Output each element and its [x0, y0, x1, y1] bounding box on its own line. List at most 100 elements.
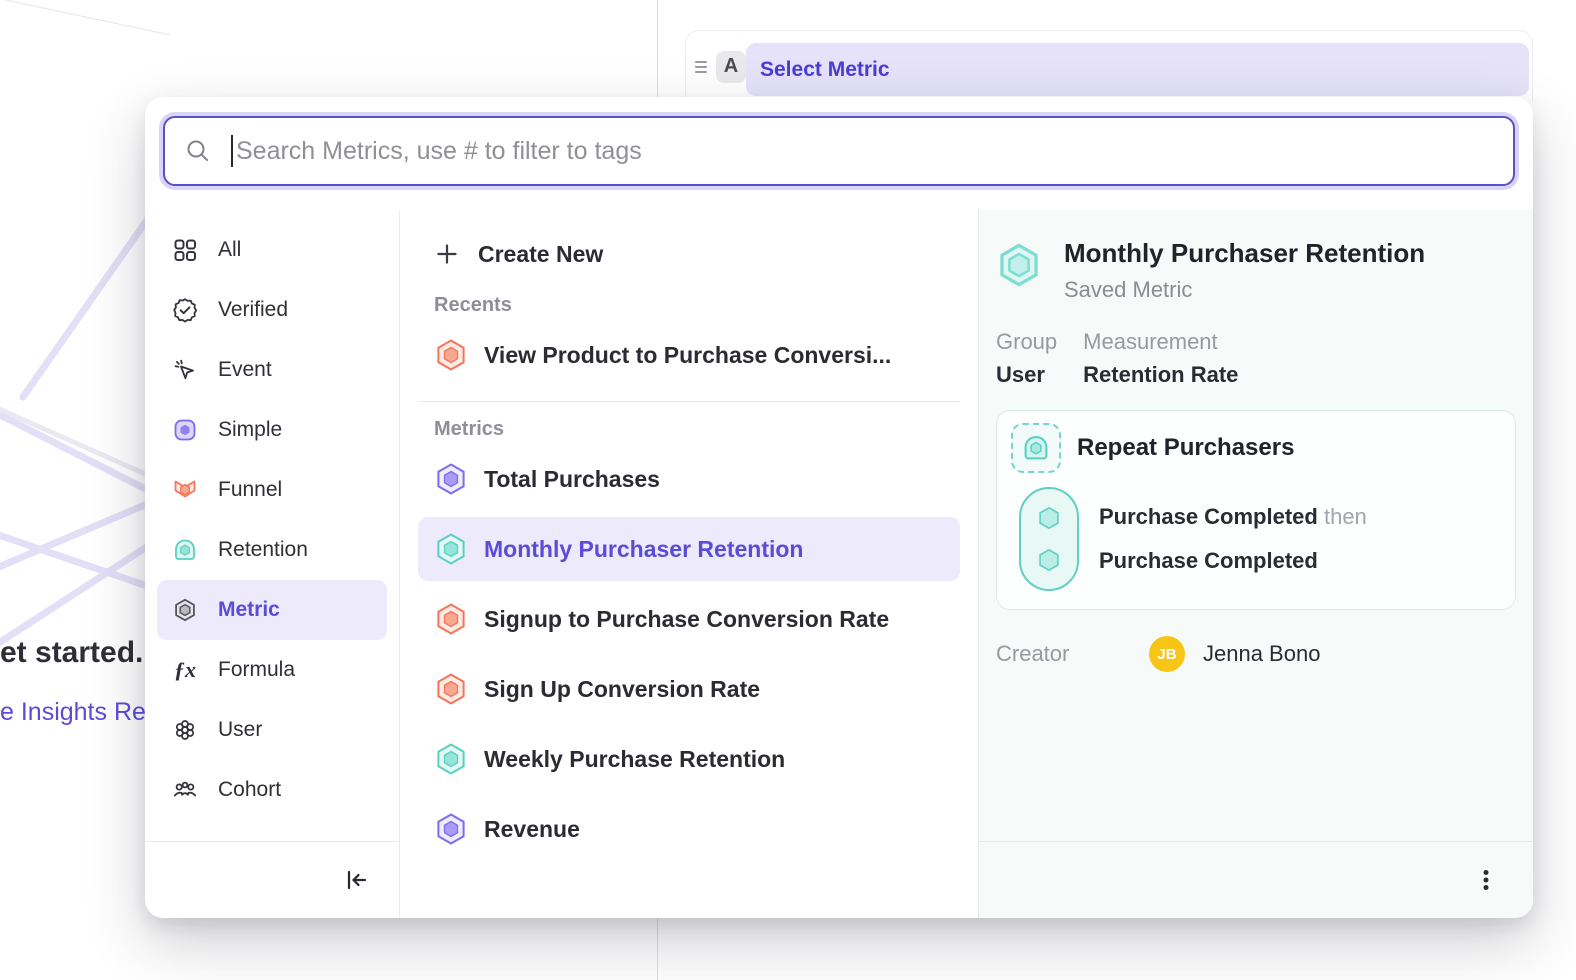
verified-badge-icon [172, 297, 198, 323]
select-metric-button[interactable]: Select Metric [746, 43, 1529, 96]
drag-handle-icon[interactable] [695, 61, 709, 73]
sidebar-item-retention[interactable]: Retention [157, 520, 387, 580]
collapse-sidebar-button[interactable] [339, 863, 373, 897]
event-sequence-pill [1019, 487, 1079, 591]
sidebar-item-label: Funnel [218, 478, 282, 502]
sidebar-item-simple[interactable]: Simple [157, 400, 387, 460]
sidebar-item-all[interactable]: All [157, 220, 387, 280]
funnel-icon [172, 477, 198, 503]
detail-title: Monthly Purchaser Retention [1064, 238, 1425, 269]
then-label: then [1324, 504, 1367, 529]
metric-item-label: Total Purchases [484, 466, 660, 493]
metric-row-card: A Select Metric [685, 30, 1533, 102]
metric-picker-modal: Search Metrics, use # to filter to tags … [145, 97, 1533, 918]
detail-subtitle: Saved Metric [1064, 277, 1425, 303]
background-heading-fragment: et started. [0, 636, 143, 670]
creator-row: Creator JB Jenna Bono [996, 636, 1516, 672]
metric-item-weekly-purchase-retention[interactable]: Weekly Purchase Retention [418, 727, 960, 791]
search-input[interactable]: Search Metrics, use # to filter to tags [163, 116, 1515, 186]
sidebar-item-formula[interactable]: ƒx Formula [157, 640, 387, 700]
recent-metric-item[interactable]: View Product to Purchase Conversi... [418, 323, 960, 387]
search-outer-glow: Search Metrics, use # to filter to tags [159, 112, 1519, 190]
event-hexagon-icon [1036, 505, 1062, 531]
sidebar-item-funnel[interactable]: Funnel [157, 460, 387, 520]
text-cursor [231, 135, 233, 167]
search-placeholder: Search Metrics, use # to filter to tags [236, 137, 642, 166]
kebab-menu-icon [1473, 867, 1499, 893]
creator-name: Jenna Bono [1203, 641, 1320, 667]
retention-definition-icon [1011, 423, 1061, 473]
sidebar-item-label: Simple [218, 418, 282, 442]
insights-report-link-fragment[interactable]: e Insights Re [0, 698, 146, 727]
sidebar-item-label: All [218, 238, 241, 262]
section-divider [418, 401, 960, 402]
metric-item-label: Weekly Purchase Retention [484, 746, 785, 773]
teal-hexagon-icon [434, 532, 468, 566]
metric-item-label: Monthly Purchaser Retention [484, 536, 803, 563]
sidebar-item-label: Formula [218, 658, 295, 682]
search-icon [185, 138, 211, 164]
definition-step-1: Purchase Completed then [1099, 504, 1367, 530]
metric-item-revenue[interactable]: Revenue [418, 797, 960, 861]
event-hexagon-icon [1036, 547, 1062, 573]
sidebar-item-metric[interactable]: Metric [157, 580, 387, 640]
filter-sidebar: All Verified [145, 210, 400, 918]
purple-hexagon-icon [434, 812, 468, 846]
create-new-button[interactable]: Create New [418, 230, 960, 278]
orange-hexagon-icon [434, 672, 468, 706]
grid-icon [172, 237, 198, 263]
metric-item-label: Signup to Purchase Conversion Rate [484, 606, 889, 633]
event-cursor-icon [172, 357, 198, 383]
metrics-header: Metrics [418, 418, 960, 441]
formula-icon: ƒx [172, 657, 198, 683]
purple-hexagon-icon [434, 462, 468, 496]
create-new-label: Create New [478, 241, 603, 268]
recents-header: Recents [418, 294, 960, 317]
metric-item-label: Sign Up Conversion Rate [484, 676, 760, 703]
metric-item-label: Revenue [484, 816, 580, 843]
metric-item-total-purchases[interactable]: Total Purchases [418, 447, 960, 511]
sidebar-item-label: Retention [218, 538, 308, 562]
plus-icon [434, 241, 460, 267]
metric-item-signup-to-purchase[interactable]: Signup to Purchase Conversion Rate [418, 587, 960, 651]
user-cluster-icon [172, 717, 198, 743]
detail-meta: Group Measurement User Retention Rate [996, 329, 1516, 388]
sidebar-item-verified[interactable]: Verified [157, 280, 387, 340]
sidebar-item-label: Cohort [218, 778, 281, 802]
definition-step-2: Purchase Completed [1099, 548, 1367, 574]
group-value: User [996, 362, 1057, 388]
creator-label: Creator [996, 641, 1149, 667]
definition-card: Repeat Purchasers Purchase Completed the [996, 410, 1516, 610]
sidebar-item-label: Event [218, 358, 272, 382]
metric-letter-badge[interactable]: A [716, 51, 746, 83]
metric-item-monthly-purchaser-retention[interactable]: Monthly Purchaser Retention [418, 517, 960, 581]
sidebar-item-user[interactable]: User [157, 700, 387, 760]
simple-icon [172, 417, 198, 443]
metric-detail-panel: Monthly Purchaser Retention Saved Metric… [979, 210, 1533, 918]
retention-icon [172, 537, 198, 563]
metric-item-label: View Product to Purchase Conversi... [484, 342, 891, 369]
orange-hexagon-icon [434, 602, 468, 636]
cohort-icon [172, 777, 198, 803]
definition-name: Repeat Purchasers [1077, 434, 1294, 462]
metric-item-sign-up-conversion[interactable]: Sign Up Conversion Rate [418, 657, 960, 721]
background-diagonal-line [0, 0, 170, 35]
more-options-button[interactable] [1469, 863, 1503, 897]
decorative-line [0, 398, 162, 484]
sidebar-footer [145, 841, 399, 918]
sidebar-item-cohort[interactable]: Cohort [157, 760, 387, 820]
decorative-line [18, 214, 153, 402]
metric-hexagon-icon [172, 597, 198, 623]
metric-list-panel: Create New Recents View Product to Purch… [400, 210, 979, 918]
measurement-label: Measurement [1083, 329, 1238, 355]
saved-metric-teal-hexagon-icon [996, 240, 1042, 290]
detail-footer [979, 841, 1533, 918]
orange-hexagon-icon [434, 338, 468, 372]
sidebar-item-event[interactable]: Event [157, 340, 387, 400]
sidebar-item-label: Metric [218, 598, 280, 622]
group-label: Group [996, 329, 1057, 355]
collapse-left-icon [342, 866, 370, 894]
creator-avatar: JB [1149, 636, 1185, 672]
sidebar-item-label: Verified [218, 298, 288, 322]
sidebar-item-label: User [218, 718, 262, 742]
